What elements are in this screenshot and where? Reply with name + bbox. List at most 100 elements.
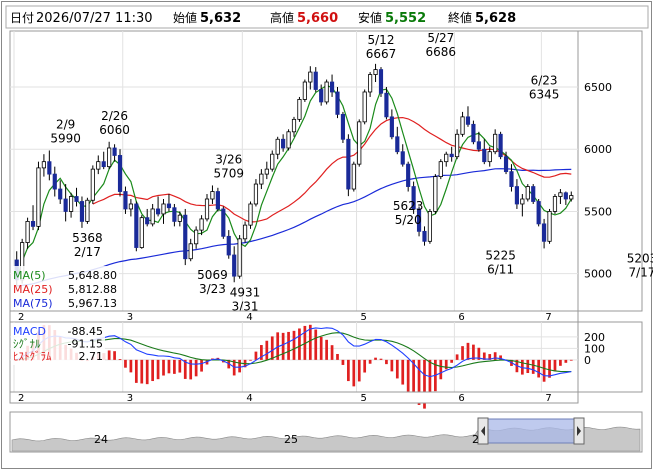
histogram-bar (401, 359, 405, 385)
histogram-bar (167, 359, 171, 374)
navigator-selected-range[interactable] (483, 418, 579, 444)
annotation-label: 6/23 (531, 73, 558, 87)
annotation-label: 5069 (197, 268, 228, 282)
histogram-bar (357, 359, 361, 382)
candle-down (406, 163, 411, 187)
macd-legend: MACD -88.45 ｼｸﾞﾅﾙ -91.15 ﾋｽﾄｸﾞﾗﾑ 2.71 (11, 323, 105, 365)
histogram-bar (238, 359, 241, 373)
histogram-bar (352, 359, 356, 387)
low-value: 5,552 (385, 11, 426, 26)
month-tick-label: 3 (127, 312, 133, 323)
histogram-bar (325, 339, 328, 360)
macd-legend-value: -88.45 (68, 325, 103, 338)
candle-down (79, 201, 85, 222)
candle-down (58, 188, 63, 200)
price-legend-value: 5,812.88 (68, 283, 117, 296)
candle-down (30, 220, 36, 227)
range-navigator[interactable]: 24 25 2 (9, 411, 643, 453)
histogram-bar (363, 359, 367, 373)
candle-up (362, 91, 367, 123)
candle-down (232, 254, 237, 277)
annotation-label: 6686 (426, 45, 457, 59)
candle-up (259, 173, 264, 185)
navigator-left-handle[interactable] (477, 417, 489, 445)
histogram-bar (395, 359, 399, 379)
price-legend-name: MA(5) (13, 269, 46, 282)
candle-down (389, 116, 394, 138)
date-label: 日付 (10, 11, 34, 25)
candle-down (395, 136, 400, 153)
month-tick-label: 5 (361, 393, 367, 404)
candle-down (74, 196, 79, 202)
candle-up (36, 167, 41, 227)
stock-chart-window: 日付 2026/07/27 11:30 始値 5,632 高値 5,660 安値… (0, 0, 653, 470)
macd-y-tick-label: 0 (584, 354, 591, 367)
candle-up (275, 138, 280, 155)
month-tick-label: 6 (458, 312, 464, 323)
histogram-bar (341, 359, 345, 365)
candle-up (199, 218, 204, 231)
histogram-bar (173, 359, 176, 374)
candle-up (444, 153, 449, 163)
candle-up (455, 133, 460, 158)
month-tick-label: 4 (246, 393, 252, 404)
histogram-bar (531, 359, 535, 374)
histogram-bar (189, 359, 193, 380)
histogram-bar (287, 331, 290, 360)
annotation-label: 5/27 (427, 31, 454, 45)
annotation-label: 2/17 (74, 245, 101, 259)
candle-up (552, 196, 558, 212)
candle-down (112, 147, 117, 156)
candle-down (183, 214, 188, 260)
candle-up (69, 196, 74, 212)
histogram-bar (162, 359, 165, 376)
candle-up (194, 229, 199, 245)
candle-down (340, 113, 346, 140)
price-legend: MA(5) 5,648.80 MA(25) 5,812.88 MA(75) 5,967.1… (11, 266, 119, 310)
annotation-label: 2/26 (101, 109, 128, 123)
price-panel: 5000 5500 6000 6500 2/95990 2/266060 53682/17… (9, 30, 653, 313)
candle-down (465, 116, 471, 125)
candle-up (302, 81, 307, 100)
candle-down (123, 191, 128, 210)
histogram-bar (298, 328, 301, 360)
histogram-bar (406, 359, 410, 392)
annotation-label: 5990 (50, 131, 81, 145)
candle-up (525, 186, 530, 200)
candle-up (177, 214, 182, 222)
candle-up (128, 203, 133, 210)
candle-down (542, 223, 547, 242)
candle-down (221, 208, 226, 237)
candle-up (188, 243, 193, 260)
histogram-bar (249, 359, 252, 361)
candle-down (503, 156, 509, 173)
price-legend-name: MA(25) (13, 283, 53, 296)
candle-up (433, 176, 438, 212)
histogram-bar (145, 359, 149, 385)
candle-down (476, 141, 481, 150)
annotation-label: 7/17 (628, 265, 653, 279)
candle-up (569, 195, 574, 200)
histogram-bar (113, 351, 116, 360)
open-label: 始値 (173, 10, 197, 25)
candle-down (329, 81, 335, 93)
month-tick-label: 2 (18, 312, 24, 323)
candle-up (308, 71, 313, 83)
candle-down (134, 203, 139, 248)
candle-up (210, 191, 215, 200)
annotation-label: 5203 (627, 251, 653, 265)
histogram-bar (156, 359, 160, 380)
candle-down (514, 186, 519, 205)
candle-down (563, 192, 568, 200)
month-tick-label: 6 (458, 393, 464, 404)
candle-up (286, 131, 291, 149)
navigator-right-handle[interactable] (573, 417, 585, 445)
price-y-tick-label: 5500 (584, 205, 612, 218)
navigator-label-24: 24 (94, 433, 108, 446)
macd-legend-value: -91.15 (68, 338, 103, 351)
candle-down (378, 69, 384, 94)
annotation-label: 6345 (529, 87, 560, 101)
candle-up (107, 147, 112, 168)
histogram-bar (553, 359, 557, 372)
month-axis-top-box (9, 310, 579, 323)
